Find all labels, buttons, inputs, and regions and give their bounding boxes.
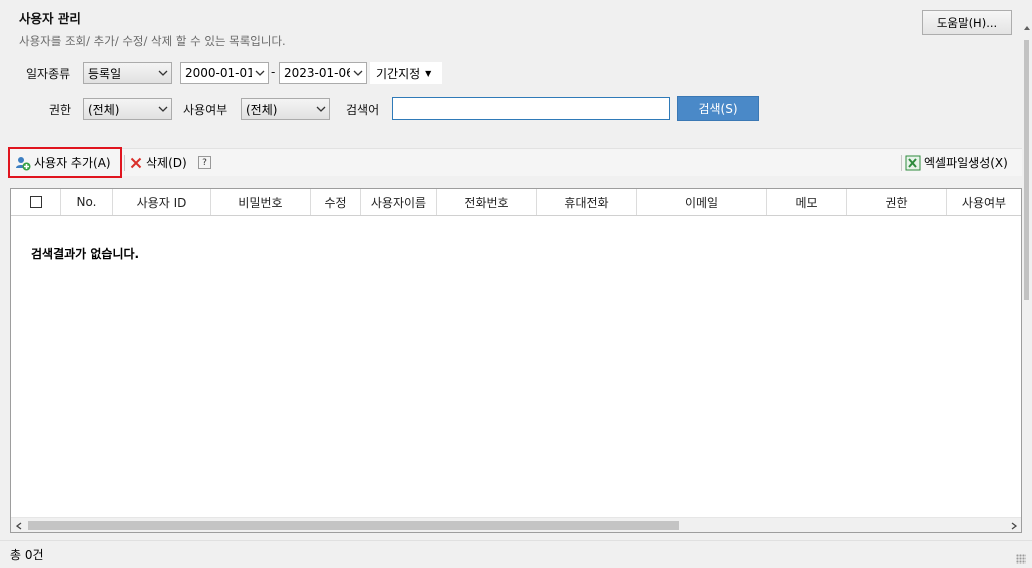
toolbar-divider [901, 155, 902, 171]
chevron-down-icon [350, 63, 366, 83]
help-button[interactable]: 도움말(H)... [922, 10, 1012, 35]
scroll-thumb[interactable] [1024, 40, 1029, 300]
col-user-id[interactable]: 사용자 ID [113, 189, 211, 215]
delete-button[interactable]: 삭제(D) [130, 149, 187, 176]
horizontal-scrollbar[interactable] [11, 517, 1021, 532]
chevron-left-icon[interactable] [11, 519, 26, 532]
excel-export-label: 엑셀파일생성(X) [924, 156, 1008, 170]
search-button[interactable]: 검색(S) [677, 96, 759, 121]
total-count: 총 0건 [10, 548, 44, 562]
chevron-down-icon [313, 99, 329, 119]
date-from-value: 2000-01-01 [185, 66, 252, 80]
col-email[interactable]: 이메일 [637, 189, 767, 215]
horizontal-scroll-thumb[interactable] [28, 521, 679, 530]
delete-label: 삭제(D) [146, 156, 187, 170]
toolbar-divider [124, 155, 125, 171]
status-bar: 총 0건 [0, 540, 1032, 568]
date-type-label: 일자종류 [26, 67, 71, 81]
date-to-picker[interactable]: 2023-01-06 [279, 62, 367, 84]
permission-value: (전체) [88, 102, 120, 117]
toolbar: 사용자 추가(A) 삭제(D) ? 엑셀파일생성(X) [10, 148, 1022, 176]
usage-select[interactable]: (전체) [241, 98, 330, 120]
col-password[interactable]: 비밀번호 [211, 189, 311, 215]
col-usage[interactable]: 사용여부 [947, 189, 1021, 215]
chevron-down-icon [155, 99, 171, 119]
page-title: 사용자 관리 [19, 11, 81, 26]
page-subtitle: 사용자를 조회/ 추가/ 수정/ 삭제 할 수 있는 목록입니다. [19, 34, 286, 48]
empty-result-message: 검색결과가 없습니다. [31, 247, 140, 261]
usage-value: (전체) [246, 102, 278, 117]
delete-icon [130, 157, 142, 169]
col-phone[interactable]: 전화번호 [437, 189, 537, 215]
date-from-picker[interactable]: 2000-01-01 [180, 62, 269, 84]
col-edit[interactable]: 수정 [311, 189, 361, 215]
date-to-value: 2023-01-06 [284, 66, 350, 80]
window-scrollbar[interactable] [1022, 0, 1032, 568]
caret-down-icon: ▼ [425, 68, 432, 78]
select-all-checkbox[interactable] [29, 196, 42, 208]
resize-grip-icon[interactable] [1016, 554, 1026, 564]
user-table: No. 사용자 ID 비밀번호 수정 사용자이름 전화번호 휴대전화 이메일 메… [10, 188, 1022, 533]
search-label: 검색어 [346, 103, 380, 117]
add-user-button[interactable]: 사용자 추가(A) [15, 149, 111, 176]
col-mobile[interactable]: 휴대전화 [537, 189, 637, 215]
usage-label: 사용여부 [183, 103, 228, 117]
select-all-cell [11, 189, 61, 215]
chevron-down-icon [252, 63, 268, 83]
period-button[interactable]: 기간지정 ▼ [370, 62, 442, 84]
period-label: 기간지정 [376, 66, 421, 81]
add-user-label: 사용자 추가(A) [34, 156, 111, 170]
chevron-right-icon[interactable] [1006, 519, 1021, 532]
scroll-up-icon[interactable] [1024, 26, 1030, 30]
date-type-value: 등록일 [88, 66, 122, 81]
table-header: No. 사용자 ID 비밀번호 수정 사용자이름 전화번호 휴대전화 이메일 메… [11, 189, 1021, 216]
col-memo[interactable]: 메모 [767, 189, 847, 215]
add-user-icon [15, 155, 31, 171]
date-type-select[interactable]: 등록일 [83, 62, 172, 84]
toolbar-help-button[interactable]: ? [198, 149, 211, 176]
excel-export-button[interactable]: 엑셀파일생성(X) [905, 149, 1008, 176]
search-input[interactable] [392, 97, 670, 120]
permission-label: 권한 [49, 103, 72, 117]
excel-icon [905, 155, 921, 171]
col-user-name[interactable]: 사용자이름 [361, 189, 437, 215]
col-no[interactable]: No. [61, 189, 113, 215]
permission-select[interactable]: (전체) [83, 98, 172, 120]
date-separator: - [271, 65, 276, 79]
col-permission[interactable]: 권한 [847, 189, 947, 215]
chevron-down-icon [155, 63, 171, 83]
help-icon: ? [198, 156, 211, 169]
